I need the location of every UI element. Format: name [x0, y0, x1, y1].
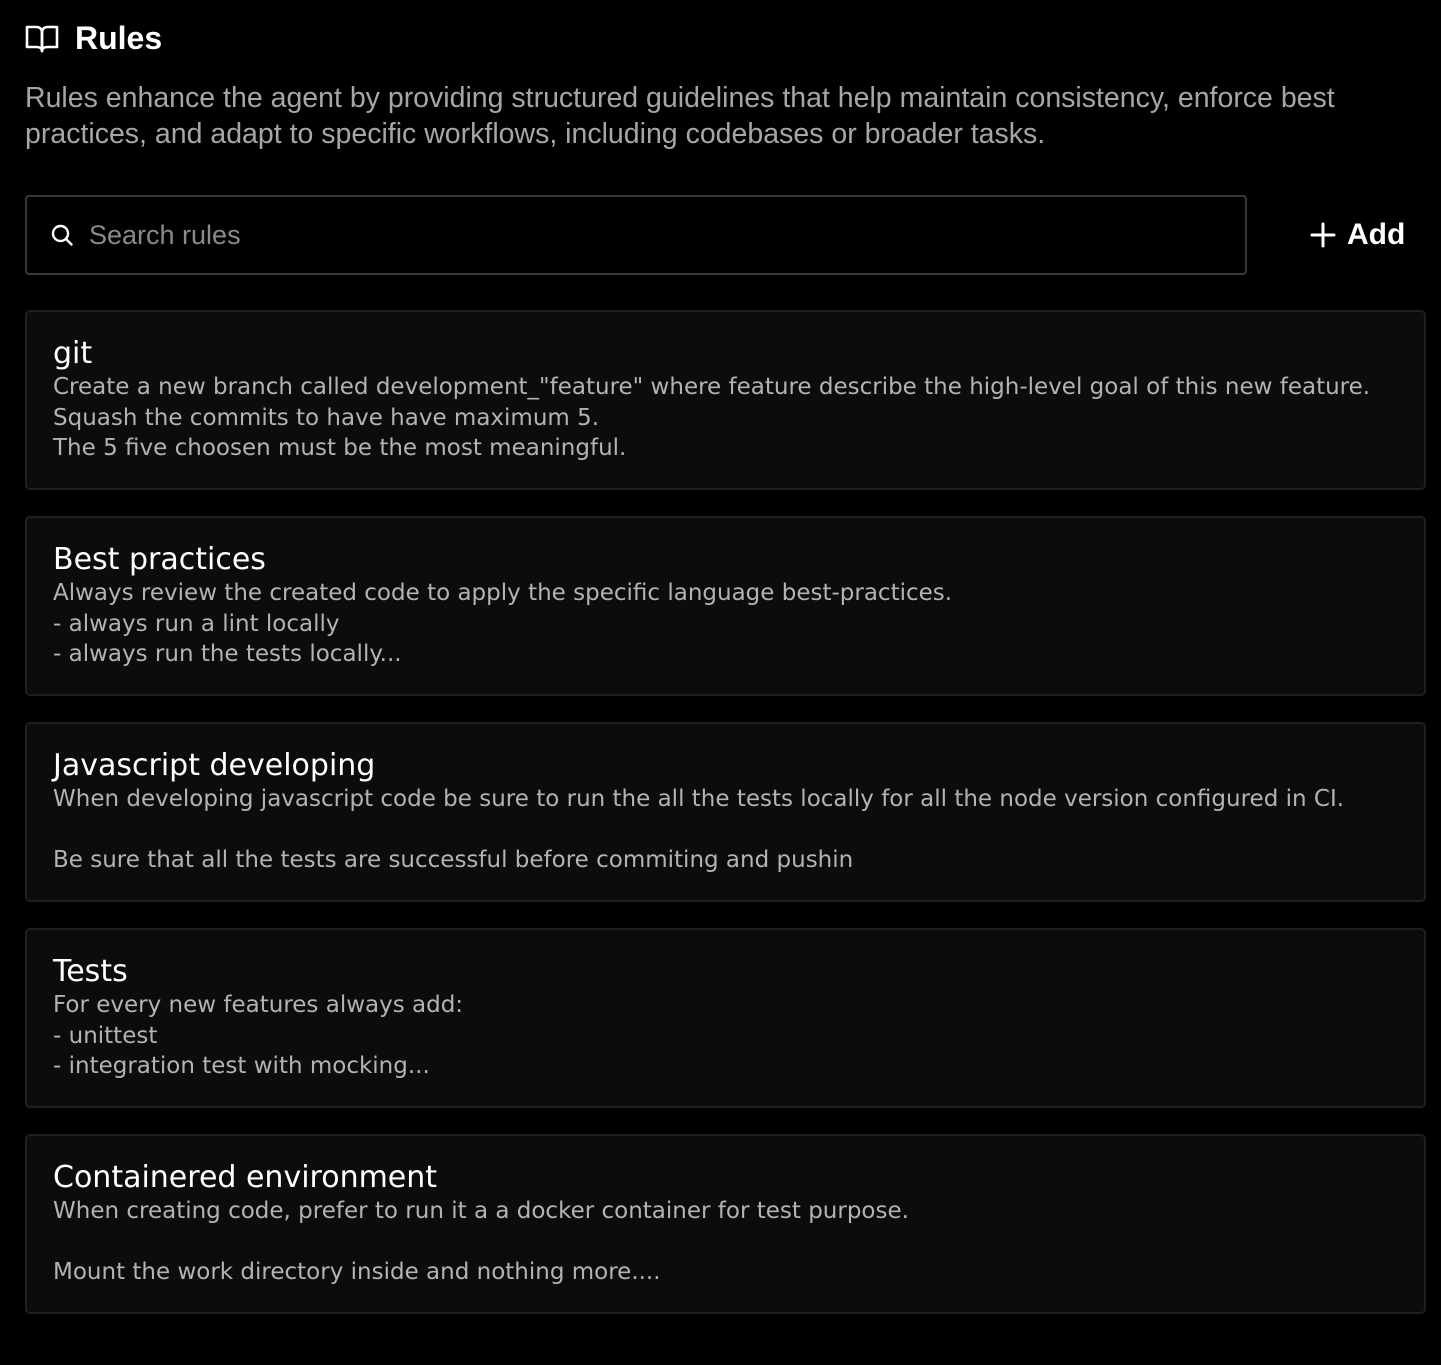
- rule-body: For every new features always add: - uni…: [53, 992, 464, 1079]
- add-button-label: Add: [1347, 218, 1406, 251]
- rule-title: Javascript developing: [53, 748, 376, 783]
- rule-title: Tests: [53, 954, 128, 989]
- search-icon: [49, 222, 75, 248]
- search-box[interactable]: [25, 195, 1247, 275]
- rule-body: When creating code, prefer to run it a a…: [53, 1198, 909, 1285]
- rule-title: Best practices: [53, 542, 266, 577]
- page-header: Rules: [25, 0, 1426, 76]
- rule-title: git: [53, 336, 93, 371]
- add-rule-button[interactable]: Add: [1309, 218, 1405, 252]
- page-title: Rules: [75, 19, 163, 56]
- page-description: Rules enhance the agent by providing str…: [25, 82, 1335, 150]
- rules-list: git Create a new branch called developme…: [25, 310, 1426, 1314]
- rule-card-javascript-developing[interactable]: Javascript developing When developing ja…: [25, 722, 1426, 902]
- search-input[interactable]: [87, 204, 1245, 266]
- rules-toolbar: Add: [25, 195, 1426, 275]
- rule-card-best-practices[interactable]: Best practices Always review the created…: [25, 516, 1426, 696]
- book-open-icon: [25, 21, 59, 55]
- plus-icon: [1309, 221, 1337, 249]
- rule-body: When developing javascript code be sure …: [53, 786, 1345, 873]
- rule-title: Containered environment: [53, 1160, 438, 1195]
- rule-card-git[interactable]: git Create a new branch called developme…: [25, 310, 1426, 490]
- rule-card-containered-environment[interactable]: Containered environment When creating co…: [25, 1134, 1426, 1314]
- rule-body: Always review the created code to apply …: [53, 580, 953, 667]
- rules-page: Rules Rules enhance the agent by providi…: [0, 0, 1441, 1365]
- rule-card-tests[interactable]: Tests For every new features always add:…: [25, 928, 1426, 1108]
- rule-body: Create a new branch called development_"…: [53, 374, 1371, 461]
